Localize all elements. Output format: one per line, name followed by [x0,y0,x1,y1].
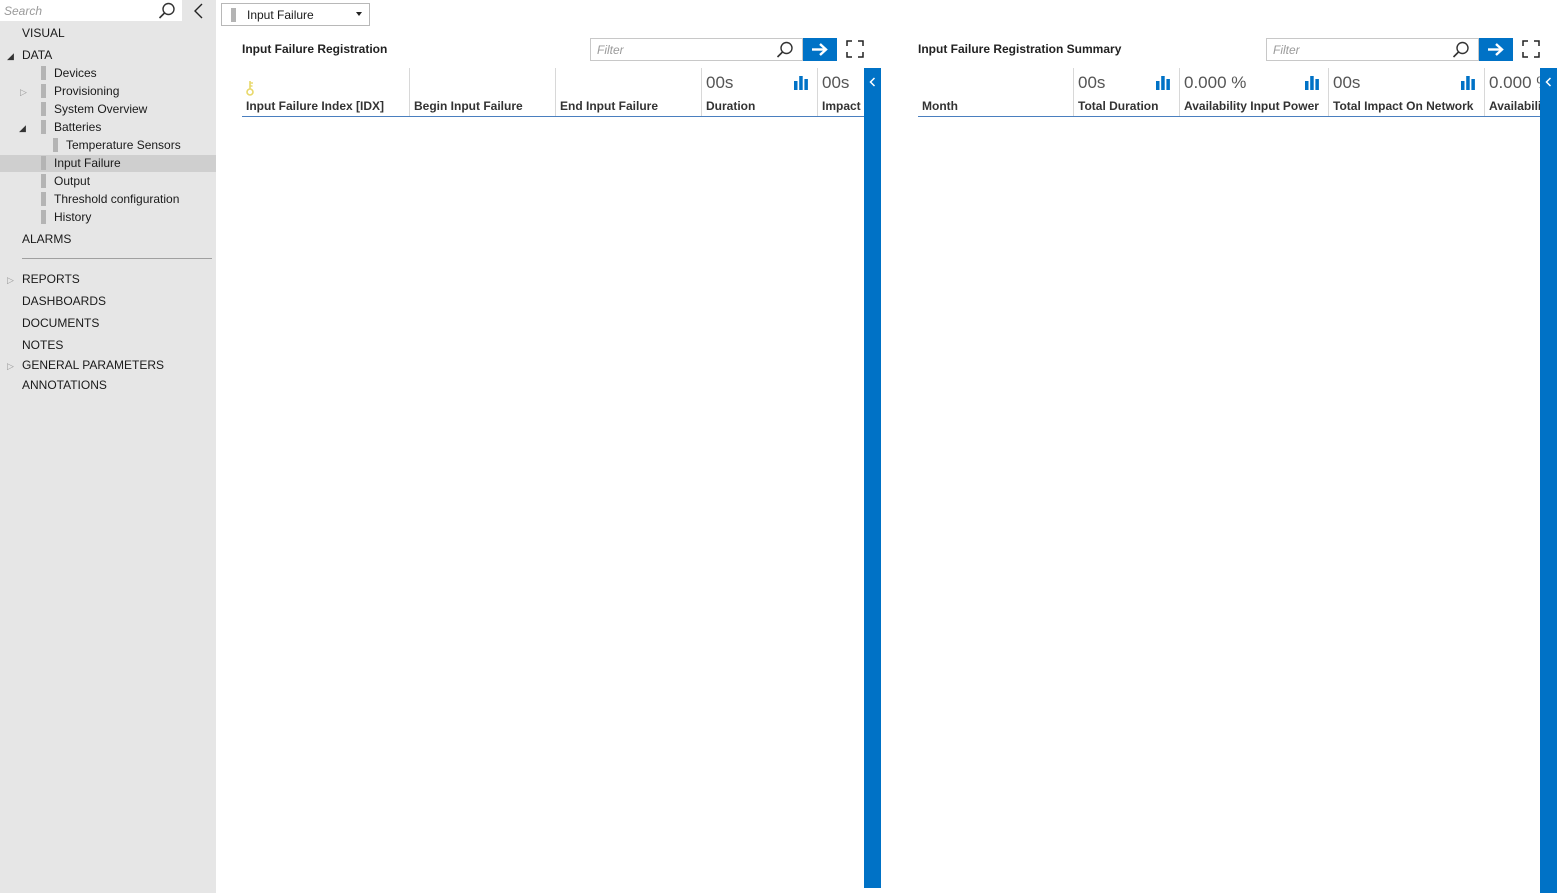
nav-data[interactable]: DATA [22,46,52,64]
left-details-toggle[interactable] [864,68,881,888]
column-name: Total Duration [1078,99,1159,113]
sidebar-search [0,0,182,21]
column-name: Impact [822,99,861,113]
search-icon[interactable] [1451,40,1471,60]
column-aggregate: 00s [1333,73,1361,92]
nav-input-failure[interactable]: Input Failure [54,154,121,172]
collapse-sidebar-icon[interactable] [190,1,208,21]
nav-output[interactable]: Output [54,172,90,190]
collapsed-arrow-icon[interactable]: ▷ [7,361,17,371]
right-fullscreen-icon[interactable] [1522,40,1540,58]
column-name: Availability Input Power [1184,99,1319,113]
column-header[interactable]: 00s Total Impact On Network [1328,68,1485,116]
nav-alarms[interactable]: ALARMS [22,230,71,248]
chevron-left-icon [869,77,876,87]
column-aggregate: 0.000 % [1489,73,1540,92]
left-fullscreen-icon[interactable] [846,40,864,58]
left-apply-filter-button[interactable] [803,38,837,61]
column-aggregate: 00s [706,73,734,92]
sidebar: VISUAL ◢ DATA Devices ▷ Provisioning Sys… [0,0,216,893]
chevron-down-icon [356,12,362,16]
node-marker [41,156,46,170]
column-header[interactable]: 00s Duration [701,68,818,116]
bar-chart-icon[interactable] [1460,76,1476,90]
bar-chart-icon[interactable] [1304,76,1320,90]
nav-notes[interactable]: NOTES [22,336,63,354]
collapsed-arrow-icon[interactable]: ▷ [20,87,30,97]
nav-system-overview[interactable]: System Overview [54,100,147,118]
node-marker [41,192,46,206]
right-apply-filter-button[interactable] [1479,38,1513,61]
column-header[interactable]: 00s Impact [817,68,864,116]
node-marker [41,84,46,98]
node-marker [41,120,46,134]
node-marker [41,102,46,116]
column-header[interactable]: 0.000 % Availability Input Power [1179,68,1329,116]
nav-dashboards[interactable]: DASHBOARDS [22,292,106,310]
expanded-arrow-icon[interactable]: ◢ [7,51,17,61]
nav-history[interactable]: History [54,208,91,226]
left-panel-title: Input Failure Registration [242,42,388,56]
column-name: Input Failure Index [IDX] [246,99,385,113]
left-filter [590,38,803,61]
left-grid-header: Input Failure Index [IDX] Begin Input Fa… [242,68,864,117]
nav-temperature-sensors[interactable]: Temperature Sensors [66,136,181,154]
search-icon[interactable] [775,40,795,60]
column-header[interactable]: Month [918,68,1074,116]
column-aggregate: 00s [822,73,850,92]
bar-chart-icon[interactable] [1155,76,1171,90]
view-select-dropdown[interactable]: Input Failure [221,3,370,26]
nav-provisioning[interactable]: Provisioning [54,82,119,100]
bar-chart-icon[interactable] [793,76,809,90]
search-icon[interactable] [157,1,177,21]
column-header[interactable]: 0.000 % Availabili [1484,68,1540,116]
nav-general-parameters[interactable]: GENERAL PARAMETERS [22,356,164,374]
arrow-right-icon [812,43,828,56]
nav-annotations[interactable]: ANNOTATIONS [22,376,107,394]
node-marker [53,138,58,152]
chevron-left-icon [1545,77,1552,87]
right-filter-input[interactable] [1267,39,1437,60]
sidebar-divider [22,258,212,259]
right-grid-header: Month 00s Total Duration 0.000 % Availab… [918,68,1540,117]
column-header[interactable]: End Input Failure [555,68,702,116]
nav-batteries[interactable]: Batteries [54,118,101,136]
column-name: Begin Input Failure [414,99,523,113]
column-header[interactable]: Input Failure Index [IDX] [242,68,410,116]
node-marker [231,8,236,22]
column-header[interactable]: Begin Input Failure [409,68,556,116]
right-details-toggle[interactable] [1540,68,1557,893]
nav-devices[interactable]: Devices [54,64,97,82]
arrow-right-icon [1488,43,1504,56]
node-marker [41,174,46,188]
column-aggregate: 00s [1078,73,1106,92]
column-header[interactable]: 00s Total Duration [1073,68,1180,116]
nav-documents[interactable]: DOCUMENTS [22,314,99,332]
column-name: End Input Failure [560,99,658,113]
right-filter [1266,38,1479,61]
key-icon [246,81,254,96]
node-marker [41,210,46,224]
column-name: Total Impact On Network [1333,99,1474,113]
nav-threshold-configuration[interactable]: Threshold configuration [54,190,179,208]
expanded-arrow-icon[interactable]: ◢ [19,123,29,133]
column-name: Availabili [1489,99,1540,113]
search-input[interactable] [0,0,150,21]
view-select-value: Input Failure [247,8,314,22]
nav-visual[interactable]: VISUAL [22,24,65,42]
column-aggregate: 0.000 % [1184,73,1247,92]
node-marker [41,66,46,80]
collapsed-arrow-icon[interactable]: ▷ [7,275,17,285]
column-name: Duration [706,99,756,113]
right-panel-title: Input Failure Registration Summary [918,42,1122,56]
column-name: Month [922,99,958,113]
nav-reports[interactable]: REPORTS [22,270,80,288]
left-filter-input[interactable] [591,39,761,60]
